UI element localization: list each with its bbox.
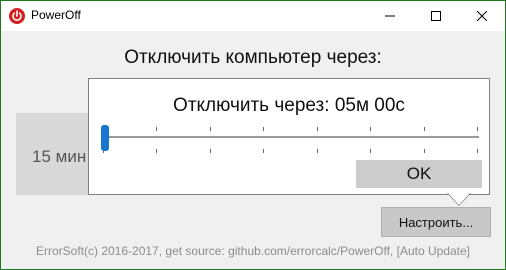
- slider-tick: [263, 149, 265, 153]
- poweroff-window: PowerOff Отключить компьютер через: 15 м…: [0, 0, 506, 270]
- power-icon: [9, 8, 25, 24]
- slider-tick: [156, 127, 158, 131]
- close-button[interactable]: [459, 1, 505, 31]
- slider-tick: [477, 149, 478, 153]
- slider-tick: [370, 149, 372, 153]
- minimize-icon: [385, 15, 395, 17]
- slider-tick: [209, 149, 211, 153]
- window-title: PowerOff: [31, 8, 81, 22]
- slider-tick: [316, 127, 318, 131]
- shutdown-prompt-label: Отключить компьютер через:: [124, 47, 382, 68]
- slider-tick: [370, 127, 372, 131]
- ok-button-label: OK: [406, 164, 432, 183]
- footer-text: ErrorSoft(c) 2016-2017, get source: gith…: [36, 244, 470, 258]
- slider-tick: [263, 127, 265, 131]
- slider-tick: [316, 149, 318, 153]
- ok-button[interactable]: OK: [356, 160, 482, 188]
- slider-tick: [423, 127, 425, 131]
- time-select-label: 15 мин: [32, 147, 87, 166]
- title-bar[interactable]: PowerOff: [1, 1, 505, 31]
- popup-title: Отключить через: 05м 00с: [173, 95, 405, 116]
- popup-tail-fill: [448, 193, 470, 205]
- slider-tick: [477, 127, 478, 131]
- timer-popup: Отключить через: 05м 00с OK: [88, 78, 490, 195]
- slider-track: [101, 136, 479, 138]
- minimize-button[interactable]: [367, 1, 413, 31]
- configure-button-label: Настроить...: [398, 215, 474, 230]
- slider-thumb[interactable]: [101, 125, 109, 151]
- maximize-icon: [431, 11, 441, 21]
- time-slider[interactable]: [101, 125, 481, 155]
- configure-button[interactable]: Настроить...: [381, 207, 491, 237]
- close-icon: [477, 11, 487, 21]
- slider-tick: [209, 127, 211, 131]
- slider-tick: [423, 149, 425, 153]
- maximize-button[interactable]: [413, 1, 459, 31]
- slider-tick: [156, 149, 158, 153]
